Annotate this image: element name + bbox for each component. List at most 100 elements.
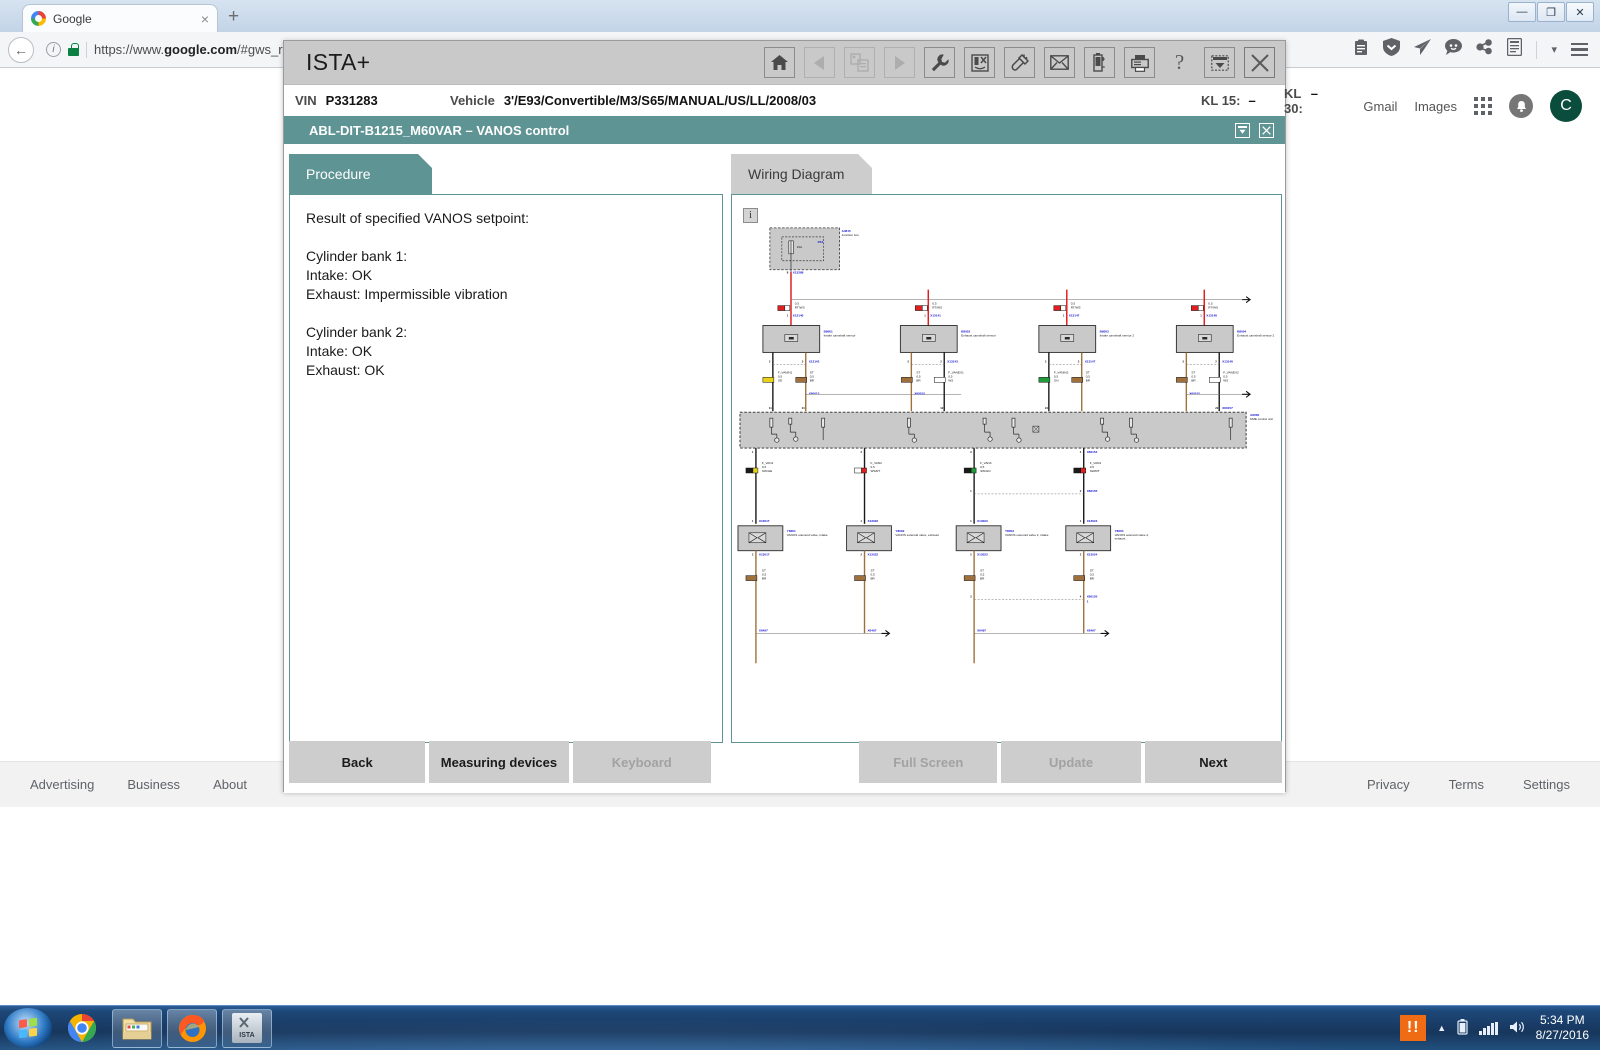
settings-link[interactable]: Settings: [1523, 777, 1570, 792]
taskbar-firefox[interactable]: [167, 1008, 217, 1048]
taskbar-chrome[interactable]: [57, 1009, 107, 1048]
dropdown-extension-icon[interactable]: ▾: [1551, 43, 1557, 56]
tab-wiring-diagram[interactable]: Wiring Diagram: [731, 154, 872, 194]
vin-value: P331283: [325, 93, 378, 108]
messages-button[interactable]: [1044, 47, 1075, 78]
start-button[interactable]: [4, 1008, 52, 1048]
svg-text:X13142: X13142: [809, 359, 820, 363]
footer-right-links: Privacy Terms Settings: [1367, 777, 1600, 792]
svg-text:1: 1: [752, 519, 754, 523]
close-application-button[interactable]: [1244, 47, 1275, 78]
svg-text:RT/WS: RT/WS: [1208, 306, 1218, 310]
back-button[interactable]: Back: [289, 741, 426, 783]
avatar[interactable]: C: [1550, 90, 1582, 122]
svg-text:X13147: X13147: [1069, 314, 1080, 318]
gmail-link[interactable]: Gmail: [1363, 99, 1397, 114]
taskbar-ista[interactable]: ISTA: [222, 1008, 272, 1048]
svg-text:2: 2: [752, 553, 754, 557]
print-button[interactable]: [1124, 47, 1155, 78]
ista-toolbar-buttons: ?: [764, 47, 1285, 78]
service-functions-button[interactable]: [924, 47, 955, 78]
terms-link[interactable]: Terms: [1449, 777, 1484, 792]
keyboard-button[interactable]: Keyboard: [572, 741, 711, 783]
clipboard-extension-icon[interactable]: [1353, 39, 1369, 61]
svg-text:X13143: X13143: [947, 359, 958, 363]
svg-text:1: 1: [787, 314, 789, 318]
shield-extension-icon[interactable]: [1383, 38, 1401, 61]
privacy-link[interactable]: Privacy: [1367, 777, 1410, 792]
ista-toolbar: ISTA+ ?: [284, 41, 1285, 85]
taskbar-explorer[interactable]: [112, 1008, 162, 1048]
vanos-solenoid-valves: Y8001 VANOS solenoid valve, intake 2 X13…: [737, 525, 1149, 557]
documents-button[interactable]: [844, 47, 875, 78]
maximize-window-button[interactable]: ❐: [1537, 2, 1565, 22]
kl15-label: KL 15:: [1201, 93, 1241, 108]
svg-text:1: 1: [1063, 314, 1065, 318]
notes-extension-icon[interactable]: [1507, 37, 1523, 61]
extension-icons: ▾: [1353, 37, 1600, 61]
svg-text:2: 2: [970, 553, 972, 557]
svg-text:Intake camshaft sensor 2: Intake camshaft sensor 2: [1100, 333, 1135, 337]
vehicle-value: 3'/E93/Convertible/M3/S65/MANUAL/US/LL/2…: [503, 93, 817, 108]
full-screen-button[interactable]: Full Screen: [859, 741, 998, 783]
svg-text:X13141: X13141: [930, 314, 941, 318]
svg-text:X13148: X13148: [1206, 314, 1217, 318]
question-mark-icon: ?: [1174, 50, 1185, 74]
tab-procedure[interactable]: Procedure: [289, 154, 432, 194]
molecule-extension-icon[interactable]: [1476, 39, 1493, 60]
hamburger-menu-icon[interactable]: [1571, 42, 1588, 57]
svg-text:X13022: X13022: [868, 519, 879, 523]
about-link[interactable]: About: [213, 777, 247, 792]
advertising-link[interactable]: Advertising: [30, 777, 94, 792]
help-button[interactable]: ?: [1164, 47, 1195, 78]
clock[interactable]: 5:34 PM 8/27/2016: [1536, 1013, 1589, 1043]
browser-tab-google[interactable]: Google ×: [22, 4, 218, 32]
volume-icon[interactable]: [1509, 1020, 1525, 1037]
svg-text:X60155: X60155: [1087, 489, 1098, 493]
battery-button[interactable]: [1084, 47, 1115, 78]
action-center-warning-icon[interactable]: !!: [1400, 1015, 1427, 1041]
svg-text:X13024: X13024: [1087, 553, 1098, 557]
wiring-diagram-content[interactable]: i .lbl { font-family:"Liberation Sans",s…: [731, 194, 1282, 743]
svg-text:3: 3: [970, 450, 972, 454]
svg-text:3: 3: [1182, 359, 1184, 363]
windows-taskbar: ISTA !! ▲ 5:34 PM 8/27/2016: [0, 1005, 1600, 1050]
forward-button[interactable]: [884, 47, 915, 78]
vehicle-info-bar: VIN P331283 Vehicle 3'/E93/Convertible/M…: [284, 85, 1318, 116]
page-title: ABL-DIT-B1215_M60VAR – VANOS control: [309, 122, 570, 138]
svg-text:22: 22: [1215, 406, 1219, 410]
vehicle-field: Vehicle 3'/E93/Convertible/M3/S65/MANUAL…: [450, 93, 816, 108]
site-info-icon[interactable]: i: [46, 42, 61, 57]
address-bar-url: https://www.google.com/#gws_rd=ss: [94, 42, 310, 57]
show-hidden-icons-button[interactable]: ▲: [1437, 1023, 1446, 1033]
svg-text:SW/RT: SW/RT: [1090, 469, 1100, 473]
home-button[interactable]: [764, 47, 795, 78]
network-signal-icon[interactable]: [1479, 1021, 1498, 1035]
vehicle-management-button[interactable]: [964, 47, 995, 78]
business-link[interactable]: Business: [127, 777, 180, 792]
battery-tray-icon[interactable]: [1457, 1018, 1468, 1038]
send-extension-icon[interactable]: [1414, 39, 1432, 60]
minimize-window-button[interactable]: —: [1508, 2, 1536, 22]
kl15-value: –: [1248, 93, 1256, 108]
measuring-devices-button[interactable]: Measuring devices: [429, 741, 569, 783]
browser-back-button[interactable]: ←: [8, 36, 34, 63]
svg-text:RT/WS: RT/WS: [1071, 306, 1081, 310]
close-tab-icon[interactable]: ×: [201, 11, 209, 27]
collapse-window-button[interactable]: [1235, 122, 1250, 138]
close-window-button[interactable]: [1259, 122, 1274, 138]
minimize-view-button[interactable]: [1204, 47, 1235, 78]
connection-button[interactable]: [1004, 47, 1035, 78]
images-link[interactable]: Images: [1414, 99, 1457, 114]
back-button[interactable]: [804, 47, 835, 78]
procedure-result-text: Result of specified VANOS setpoint: Cyli…: [306, 210, 530, 378]
new-tab-button[interactable]: +: [228, 7, 239, 26]
chat-extension-icon[interactable]: [1445, 39, 1463, 60]
next-button[interactable]: Next: [1144, 741, 1282, 783]
kl30-label: KL 30:: [1284, 85, 1303, 116]
update-button[interactable]: Update: [1001, 741, 1141, 783]
close-window-button[interactable]: ✕: [1566, 2, 1594, 22]
google-apps-icon[interactable]: [1474, 97, 1492, 115]
notification-bell-icon[interactable]: [1509, 94, 1533, 118]
svg-text:X6497: X6497: [1087, 628, 1096, 632]
